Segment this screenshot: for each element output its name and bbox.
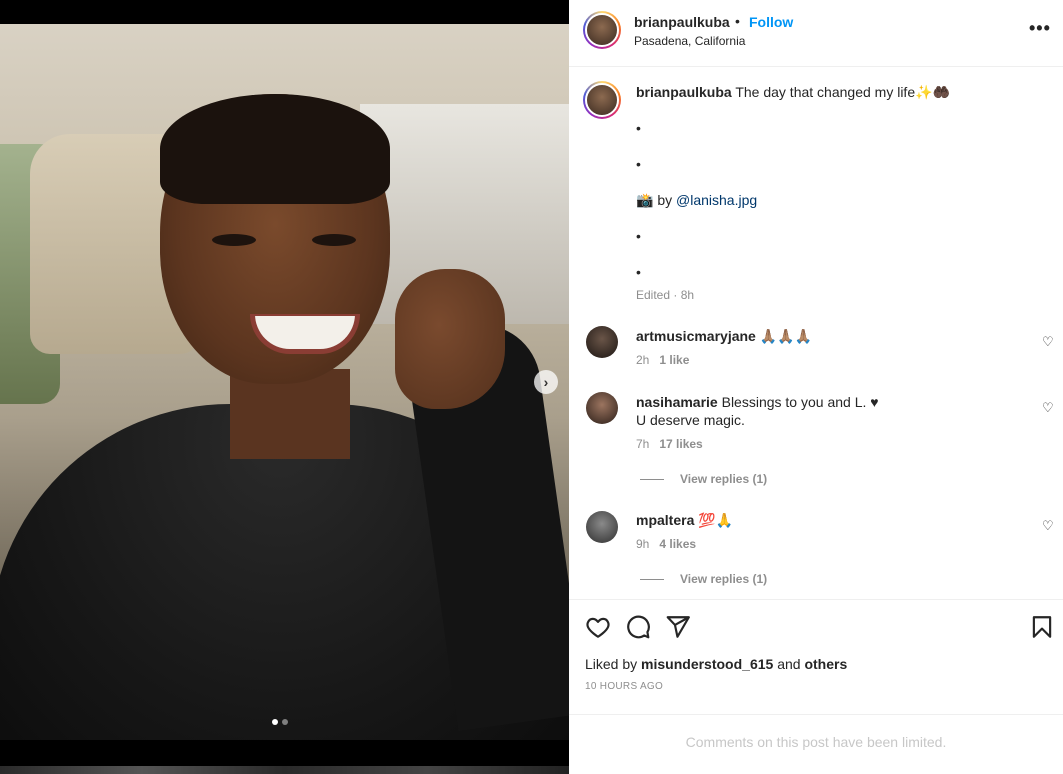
comments-limited-notice: Comments on this post have been limited. xyxy=(685,734,947,750)
person-hand xyxy=(395,269,505,409)
post-timestamp[interactable]: 10 HOURS AGO xyxy=(585,681,663,692)
carousel-dots xyxy=(272,719,288,725)
comment-meta: 7h 17 likes xyxy=(636,437,703,451)
liked-by-others[interactable]: others xyxy=(804,656,847,672)
post-actions: Liked by misunderstood_615 and others 10… xyxy=(569,599,1063,715)
comment-body: 🙏🏽🙏🏽🙏🏽 xyxy=(759,328,813,344)
comment-avatar[interactable] xyxy=(586,392,618,424)
comment-username[interactable]: nasihamarie xyxy=(636,394,718,410)
comment-time: 9h xyxy=(636,537,650,551)
photo-credit-prefix: 📸 by xyxy=(636,192,673,208)
post-side-panel: brianpaulkuba • Follow Pasadena, Califor… xyxy=(569,0,1063,774)
caption-bullet: • xyxy=(636,228,641,244)
instagram-post-modal: › brianpaulkuba • Follow Pasadena, Calif… xyxy=(0,0,1063,774)
caption-author-avatar[interactable] xyxy=(583,81,621,119)
comment-username[interactable]: mpaltera xyxy=(636,512,694,528)
person-eye xyxy=(212,234,256,246)
comment-body-line2: U deserve magic. xyxy=(636,412,745,428)
carousel-dot-active xyxy=(272,719,278,725)
caption-bullet: • xyxy=(636,264,641,280)
photo-credit-mention[interactable]: @lanisha.jpg xyxy=(676,192,757,208)
view-replies-button[interactable]: View replies (1) xyxy=(640,472,767,486)
more-options-icon[interactable]: ••• xyxy=(1029,18,1051,39)
comment-body: Blessings to you and L. ♥ xyxy=(721,394,879,410)
comment-meta: 9h 4 likes xyxy=(636,537,696,551)
heart-icon[interactable]: ♡ xyxy=(1042,400,1054,416)
edited-timestamp: Edited · 8h xyxy=(636,288,695,302)
comment-text: artmusicmaryjane 🙏🏽🙏🏽🙏🏽 xyxy=(636,327,812,345)
author-username[interactable]: brianpaulkuba xyxy=(634,14,730,30)
follow-button[interactable]: Follow xyxy=(749,14,793,30)
background-thumbnail-strip xyxy=(0,766,569,774)
carousel-dot xyxy=(282,719,288,725)
caption-text: brianpaulkuba The day that changed my li… xyxy=(636,84,950,101)
heart-icon[interactable]: ♡ xyxy=(1042,334,1054,350)
post-photo xyxy=(0,24,569,740)
liked-by-text: Liked by misunderstood_615 and others xyxy=(585,656,847,672)
comment-text: nasihamarie Blessings to you and L. ♥ U … xyxy=(636,393,879,429)
share-send-icon[interactable] xyxy=(665,614,691,640)
comment-avatar[interactable] xyxy=(586,326,618,358)
save-bookmark-icon[interactable] xyxy=(1029,614,1055,640)
like-heart-icon[interactable] xyxy=(585,614,611,640)
comment-likes[interactable]: 17 likes xyxy=(659,437,702,451)
post-media: › xyxy=(0,0,569,774)
liked-by-and: and xyxy=(777,656,801,672)
comment-username[interactable]: artmusicmaryjane xyxy=(636,328,756,344)
comment-meta: 2h 1 like xyxy=(636,353,689,367)
comment-avatar[interactable] xyxy=(586,511,618,543)
comment-time: 7h xyxy=(636,437,650,451)
caption-body: The day that changed my life✨🤲🏿 xyxy=(735,84,950,100)
next-slide-button[interactable]: › xyxy=(534,370,558,394)
liked-by-user[interactable]: misunderstood_615 xyxy=(641,656,773,672)
author-avatar[interactable] xyxy=(583,11,621,49)
post-location[interactable]: Pasadena, California xyxy=(634,34,745,48)
comment-body: 💯🙏 xyxy=(698,512,734,528)
caption-bullet: • xyxy=(636,156,641,172)
caption-bullet: • xyxy=(636,120,641,136)
person-hair xyxy=(160,94,390,204)
comment-likes[interactable]: 1 like xyxy=(659,353,689,367)
header-separator: • xyxy=(735,13,740,29)
caption-username[interactable]: brianpaulkuba xyxy=(636,84,732,100)
view-replies-button[interactable]: View replies (1) xyxy=(640,572,767,586)
post-header: brianpaulkuba • Follow Pasadena, Califor… xyxy=(569,0,1063,67)
liked-by-prefix: Liked by xyxy=(585,656,638,672)
person-eye xyxy=(312,234,356,246)
heart-icon[interactable]: ♡ xyxy=(1042,518,1054,534)
comment-time: 2h xyxy=(636,353,650,367)
comment-likes[interactable]: 4 likes xyxy=(659,537,696,551)
comment-bubble-icon[interactable] xyxy=(625,614,651,640)
photo-credit: 📸 by @lanisha.jpg xyxy=(636,192,757,209)
comment-text: mpaltera 💯🙏 xyxy=(636,511,733,529)
